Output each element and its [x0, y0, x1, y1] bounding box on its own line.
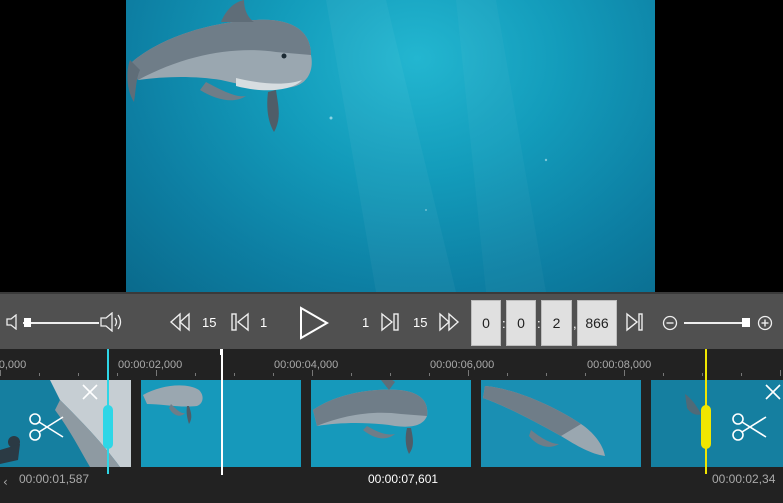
- start-marker-handle[interactable]: [103, 405, 113, 449]
- speaker-low-icon[interactable]: [6, 314, 20, 330]
- ruler-tick: [39, 373, 40, 376]
- clip-thumbnail[interactable]: [481, 380, 641, 467]
- ruler-tick: [663, 373, 664, 376]
- ruler-tick: [390, 373, 391, 376]
- scissors-icon[interactable]: [27, 407, 67, 447]
- end-marker-handle[interactable]: [701, 405, 711, 449]
- play-icon[interactable]: [297, 306, 331, 340]
- volume-slider-track[interactable]: [23, 322, 99, 324]
- ruler-tick: [0, 370, 1, 376]
- plus-circle-icon[interactable]: [757, 315, 773, 331]
- ruler-label: 00:00:02,000: [118, 359, 183, 371]
- start-marker-time: 00:00:01,587: [19, 472, 90, 486]
- close-icon[interactable]: [763, 382, 783, 402]
- dolphin-image: [127, 0, 548, 292]
- close-icon[interactable]: [80, 382, 100, 402]
- ruler-tick: [78, 373, 79, 376]
- zoom-slider-track[interactable]: [684, 322, 749, 324]
- control-bar: 15 1 1 15 0 : 0 : 2 , 866: [0, 292, 783, 349]
- ruler-tick: [273, 373, 274, 376]
- timeline[interactable]: 00:00:00,000 00:00:02,000 00:00:04,000 0…: [0, 349, 783, 503]
- ruler-tick: [195, 373, 196, 376]
- scroll-left-icon[interactable]: ‹: [3, 475, 8, 489]
- playhead[interactable]: [221, 349, 223, 475]
- ruler-tick: [624, 370, 625, 376]
- end-marker-time: 00:00:02,34: [712, 472, 776, 486]
- ruler-label: 00:00:04,000: [274, 359, 339, 371]
- clip-thumbnail[interactable]: [311, 380, 471, 467]
- ruler-label: 00:00:08,000: [587, 359, 652, 371]
- scissors-icon[interactable]: [730, 407, 770, 447]
- ruler-tick: [780, 370, 781, 376]
- rewind-big-label[interactable]: 15: [202, 315, 216, 330]
- ruler-tick: [546, 373, 547, 376]
- ruler-label: 00:00:00,000: [0, 359, 27, 371]
- ruler-tick: [117, 373, 118, 376]
- minus-circle-icon[interactable]: [662, 315, 678, 331]
- ruler-tick: [312, 370, 313, 376]
- ruler-tick: [702, 373, 703, 376]
- current-time: 00:00:07,601: [368, 472, 439, 486]
- ruler-tick: [429, 373, 430, 376]
- ruler-tick: [741, 373, 742, 376]
- double-chevron-right-icon[interactable]: [438, 312, 460, 332]
- ruler-tick: [351, 373, 352, 376]
- ruler-tick: [585, 373, 586, 376]
- zoom-slider-handle[interactable]: [741, 318, 750, 327]
- video-frame[interactable]: [126, 0, 655, 292]
- speaker-high-icon[interactable]: [100, 312, 124, 332]
- timecode-hours[interactable]: 0: [471, 300, 501, 346]
- double-chevron-left-icon[interactable]: [169, 312, 191, 332]
- ruler-label: 00:00:06,000: [430, 359, 495, 371]
- time-ruler[interactable]: 00:00:00,000 00:00:02,000 00:00:04,000 0…: [0, 349, 783, 376]
- timecode-seconds[interactable]: 2: [541, 300, 572, 346]
- ruler-tick: [468, 370, 469, 376]
- forward-small-label[interactable]: 1: [362, 315, 369, 330]
- forward-big-label[interactable]: 15: [413, 315, 427, 330]
- ruler-tick: [507, 373, 508, 376]
- timecode-milliseconds[interactable]: 866: [577, 300, 617, 346]
- volume-slider-handle[interactable]: [23, 318, 31, 327]
- ruler-tick: [156, 370, 157, 376]
- timecode-minutes[interactable]: 0: [506, 300, 536, 346]
- rewind-small-label[interactable]: 1: [260, 315, 267, 330]
- frame-forward-icon[interactable]: [380, 312, 400, 332]
- frame-back-icon[interactable]: [230, 312, 250, 332]
- ruler-tick: [234, 373, 235, 376]
- video-preview: [0, 0, 783, 292]
- skip-to-end-icon[interactable]: [625, 312, 645, 332]
